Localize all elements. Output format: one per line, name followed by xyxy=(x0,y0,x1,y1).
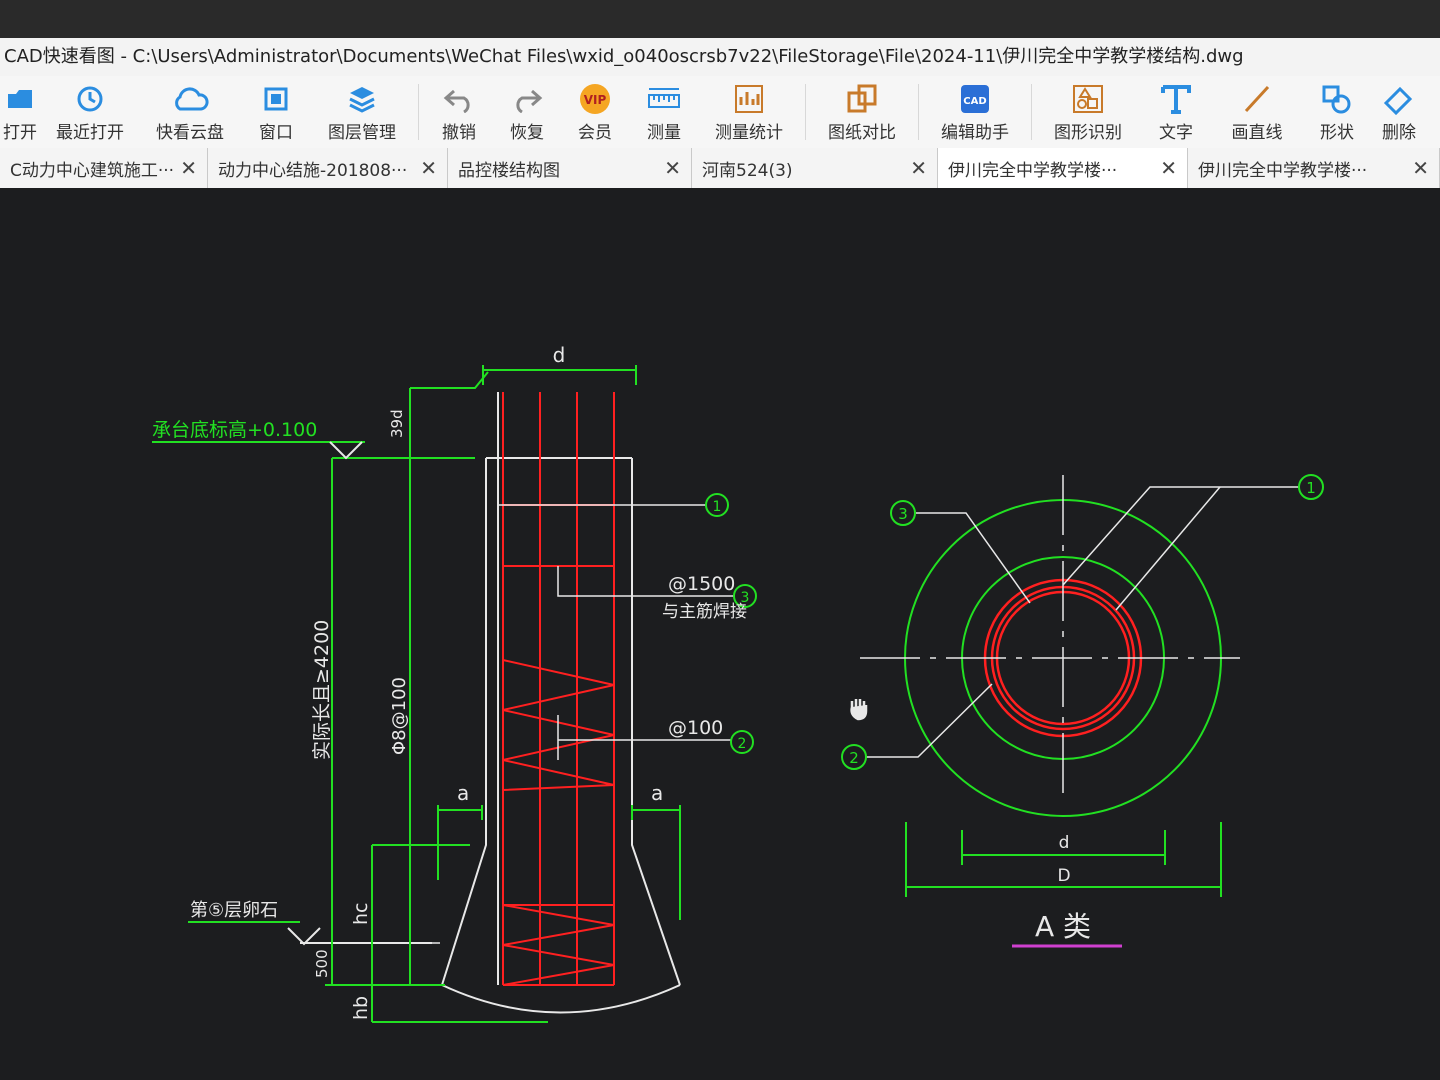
tab-label: 河南524(3) xyxy=(702,160,793,181)
window-titlebar: CAD快速看图 - C:\Users\Administrator\Documen… xyxy=(0,38,1440,76)
dim-hc-label: hc xyxy=(350,903,372,926)
vip-button[interactable]: VIP 会员 xyxy=(561,76,629,148)
text-button[interactable]: 文字 xyxy=(1138,76,1214,148)
svg-text:VIP: VIP xyxy=(584,93,607,107)
measure-button[interactable]: 测量 xyxy=(629,76,699,148)
shape-recognize-icon xyxy=(1071,82,1105,116)
layers-icon xyxy=(347,82,377,116)
svg-text:CAD: CAD xyxy=(963,96,986,107)
section-dim-D-label: D xyxy=(1057,866,1070,886)
callout-number: 1 xyxy=(713,499,722,515)
dim-hb-label: hb xyxy=(350,996,372,1020)
tab-label: 品控楼结构图 xyxy=(458,160,560,181)
measure-stats-button[interactable]: 测量统计 xyxy=(699,76,799,148)
section-dim-d-label: d xyxy=(1059,833,1070,853)
section-title: A 类 xyxy=(1035,910,1091,943)
window-title: CAD快速看图 - C:\Users\Administrator\Documen… xyxy=(4,46,1244,67)
callout-number: 2 xyxy=(738,736,747,752)
recent-open-button[interactable]: 最近打开 xyxy=(40,76,140,148)
tab-document[interactable]: 动力中心结施-201808··· ✕ xyxy=(208,148,448,188)
vip-icon: VIP xyxy=(577,82,613,116)
close-icon[interactable]: ✕ xyxy=(910,156,927,180)
bearing-layer-label: 第⑤层卵石 xyxy=(190,900,278,921)
measure-stats-icon xyxy=(732,82,766,116)
tab-label: C动力中心建筑施工··· xyxy=(10,160,175,181)
close-icon[interactable]: ✕ xyxy=(1412,156,1429,180)
tab-label: 伊川完全中学教学楼··· xyxy=(1198,160,1368,181)
close-icon[interactable]: ✕ xyxy=(1160,156,1177,180)
dim-500-label: 500 xyxy=(313,949,331,978)
pile-length-label: 实际长且≥4200 xyxy=(311,620,333,760)
weld-note-label: 与主筋焊接 xyxy=(662,602,747,622)
shape-recognize-button[interactable]: 图形识别 xyxy=(1038,76,1138,148)
redo-button[interactable]: 恢复 xyxy=(493,76,561,148)
spacing-1500-label: @1500 xyxy=(668,573,735,595)
erase-button[interactable]: 删除 xyxy=(1374,76,1424,148)
shapes-button[interactable]: 形状 xyxy=(1300,76,1374,148)
layer-manage-button[interactable]: 图层管理 xyxy=(312,76,412,148)
stirrup-spec-label: Φ8@100 xyxy=(389,677,410,755)
monitor-bezel xyxy=(0,0,1440,40)
dim-39d-label: 39d xyxy=(388,409,406,438)
compare-icon xyxy=(845,82,879,116)
edit-assistant-icon: CAD xyxy=(958,82,992,116)
toolbar-separator xyxy=(918,84,919,140)
window-icon xyxy=(262,82,290,116)
shapes-icon xyxy=(1320,82,1354,116)
text-icon xyxy=(1159,82,1193,116)
line-icon xyxy=(1240,82,1274,116)
window-button[interactable]: 窗口 xyxy=(240,76,312,148)
compare-button[interactable]: 图纸对比 xyxy=(812,76,912,148)
tab-document[interactable]: C动力中心建筑施工··· ✕ xyxy=(0,148,208,188)
dim-a-left-label: a xyxy=(457,781,469,805)
edit-assistant-button[interactable]: CAD 编辑助手 xyxy=(925,76,1025,148)
spacing-100-label: @100 xyxy=(668,717,723,739)
elevation-label: 承台底标高+0.100 xyxy=(152,419,317,441)
redo-icon xyxy=(510,82,544,116)
tab-document[interactable]: 品控楼结构图 ✕ xyxy=(448,148,692,188)
callout-number: 1 xyxy=(1306,479,1316,497)
open-button[interactable]: 打开 xyxy=(0,76,40,148)
tab-document-active[interactable]: 伊川完全中学教学楼··· ✕ xyxy=(938,148,1188,188)
undo-button[interactable]: 撤销 xyxy=(425,76,493,148)
tab-label: 动力中心结施-201808··· xyxy=(218,160,408,181)
dim-a-right-label: a xyxy=(651,781,663,805)
toolbar-separator xyxy=(805,84,806,140)
close-icon[interactable]: ✕ xyxy=(420,156,437,180)
close-icon[interactable]: ✕ xyxy=(180,156,197,180)
ruler-icon xyxy=(646,82,682,116)
toolbar-separator xyxy=(418,84,419,140)
tab-document[interactable]: 河南524(3) ✕ xyxy=(692,148,938,188)
toolbar-separator xyxy=(1031,84,1032,140)
document-tabs: C动力中心建筑施工··· ✕ 动力中心结施-201808··· ✕ 品控楼结构图 ✕ … xyxy=(0,148,1440,188)
undo-icon xyxy=(442,82,476,116)
cloud-icon xyxy=(171,82,209,116)
cloud-disk-button[interactable]: 快看云盘 xyxy=(140,76,240,148)
erase-icon xyxy=(1382,82,1416,116)
main-toolbar: 打开 最近打开 快看云盘 窗口 图层管理 撤销 恢复 VIP 会员 测量 测量统… xyxy=(0,76,1440,149)
close-icon[interactable]: ✕ xyxy=(664,156,681,180)
drawing-canvas[interactable]: 1 3 2 d 39d 承台底标高+0.100 实际长且≥4200 Φ8@100… xyxy=(0,188,1440,1080)
draw-line-button[interactable]: 画直线 xyxy=(1214,76,1300,148)
tab-label: 伊川完全中学教学楼··· xyxy=(948,160,1118,181)
callout-number: 2 xyxy=(849,749,859,767)
folder-icon xyxy=(6,82,34,116)
tab-document[interactable]: 伊川完全中学教学楼··· ✕ xyxy=(1188,148,1440,188)
callout-number: 3 xyxy=(898,505,908,523)
history-icon xyxy=(75,82,105,116)
dim-d-label: d xyxy=(553,343,566,367)
